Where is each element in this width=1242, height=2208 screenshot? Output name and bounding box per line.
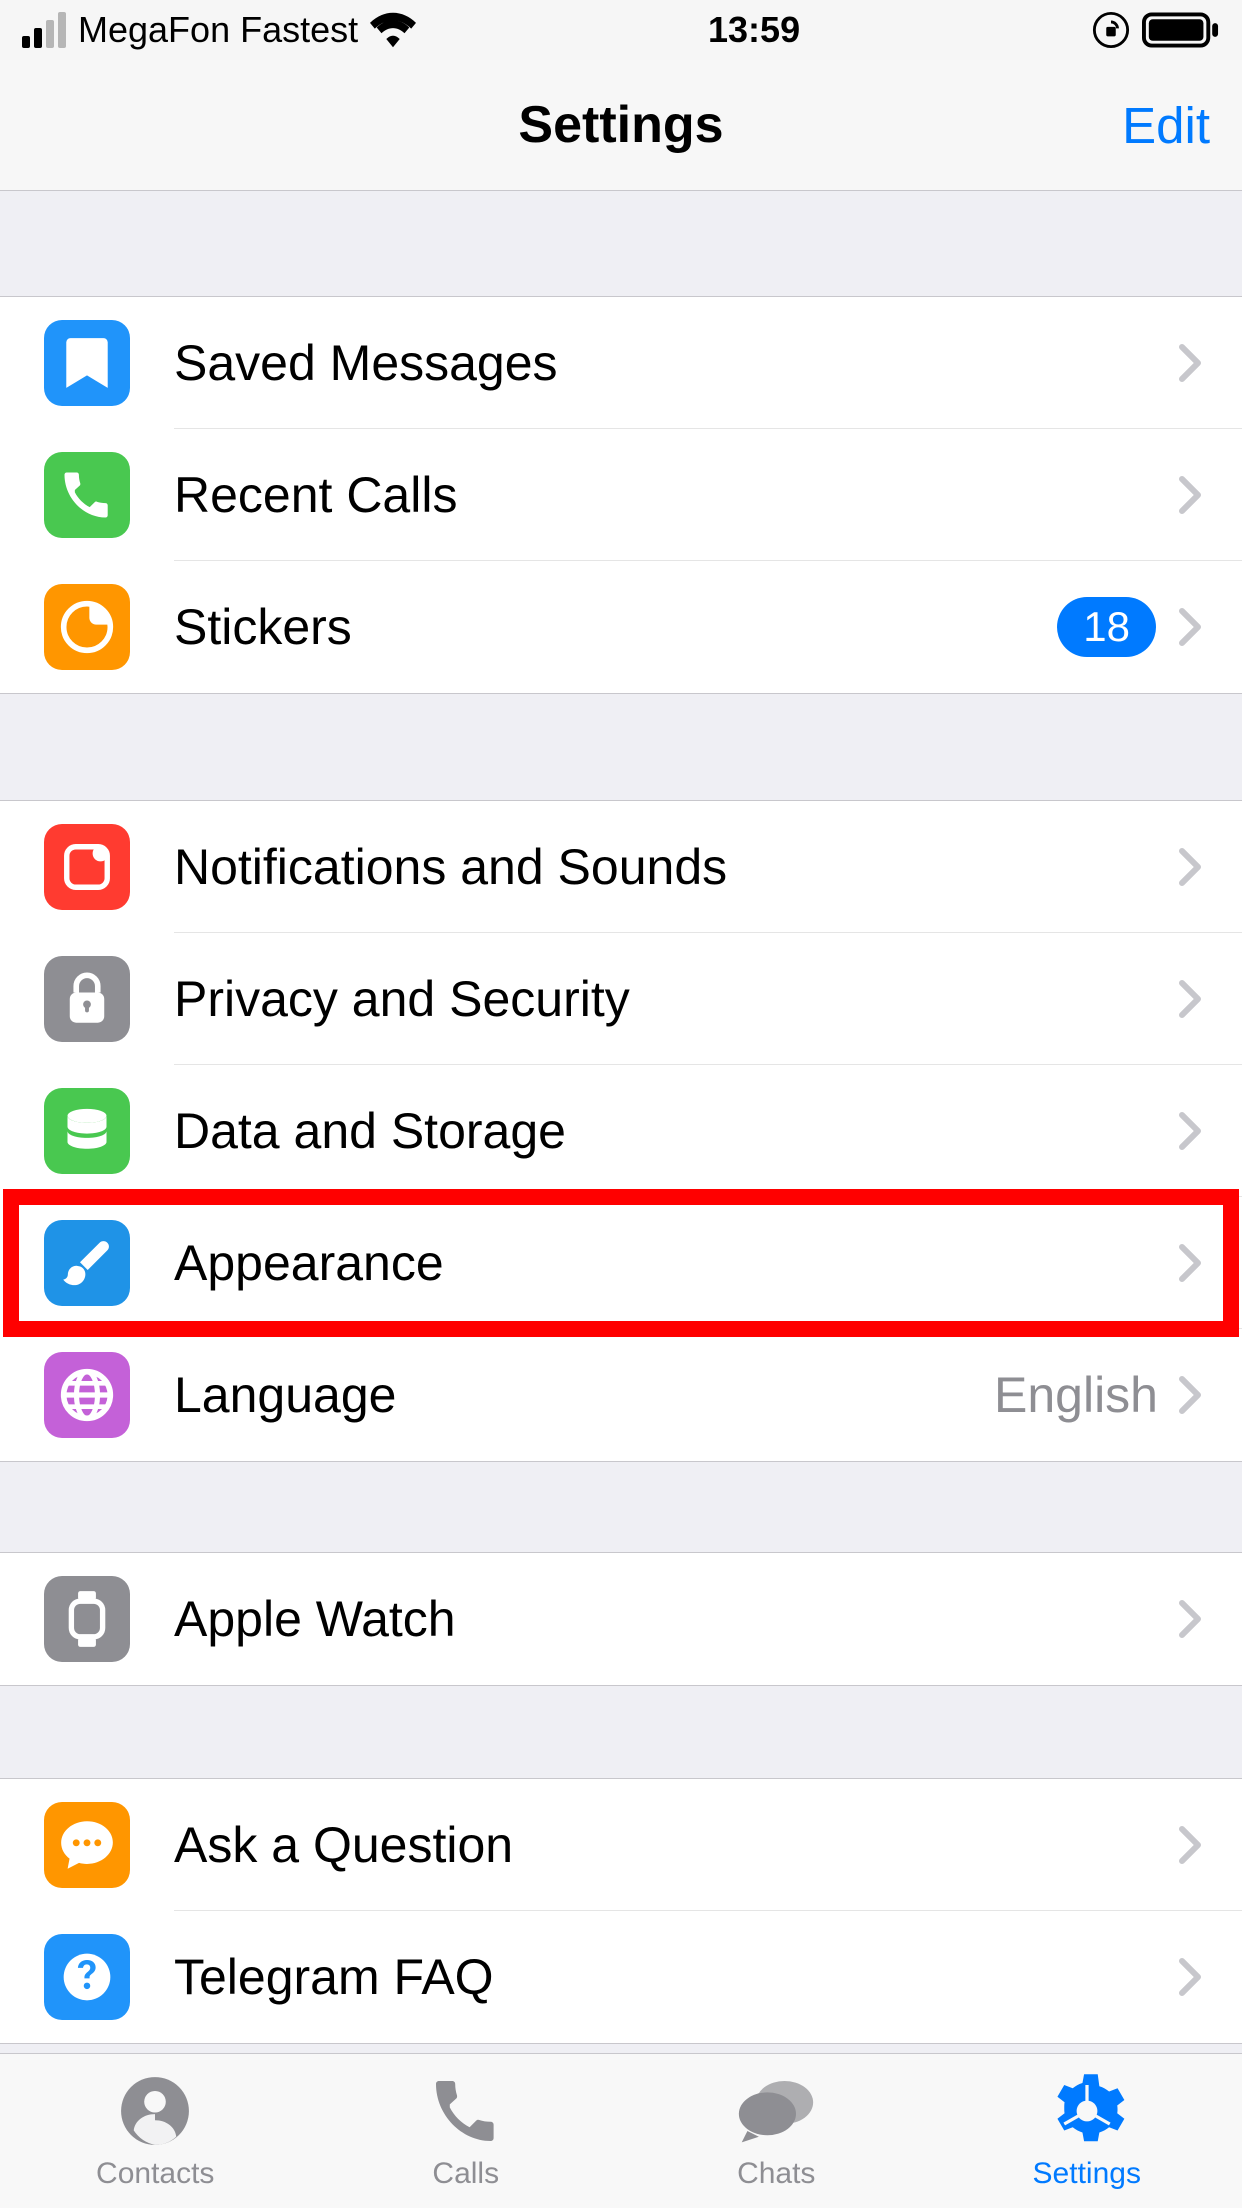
page-title: Settings (0, 95, 1242, 155)
tab-label: Settings (1033, 2157, 1141, 2191)
row-label: Notifications and Sounds (174, 838, 1178, 896)
status-bar: MegaFon Fastest 13:59 (0, 0, 1242, 60)
brush-icon (44, 1220, 130, 1306)
tab-contacts[interactable]: Contacts (0, 2054, 311, 2208)
edit-button[interactable]: Edit (1122, 96, 1210, 155)
chat-icon (44, 1802, 130, 1888)
settings-row-saved-messages[interactable]: Saved Messages (0, 297, 1242, 429)
row-label: Language (174, 1366, 994, 1424)
globe-icon (44, 1352, 130, 1438)
wifi-icon (370, 12, 416, 48)
carrier-name: MegaFon Fastest (78, 9, 358, 51)
settings-list[interactable]: Saved Messages Recent Calls Stickers18 Noti… (0, 191, 1242, 2053)
chats-icon (736, 2071, 816, 2151)
tab-bar: Contacts Calls Chats Settings (0, 2053, 1242, 2208)
row-label: Appearance (174, 1234, 1178, 1292)
row-detail: English (994, 1366, 1158, 1424)
row-label: Ask a Question (174, 1816, 1178, 1874)
phone-icon (426, 2071, 506, 2151)
tab-label: Contacts (96, 2157, 214, 2191)
navigation-bar: Settings Edit (0, 60, 1242, 191)
settings-row-data-storage[interactable]: Data and Storage (0, 1065, 1242, 1197)
notification-icon (44, 824, 130, 910)
tab-chats[interactable]: Chats (621, 2054, 932, 2208)
settings-row-ask-question[interactable]: Ask a Question (0, 1779, 1242, 1911)
settings-row-telegram-faq[interactable]: Telegram FAQ (0, 1911, 1242, 2043)
tab-label: Chats (737, 2157, 815, 2191)
row-label: Data and Storage (174, 1102, 1178, 1160)
lock-icon (44, 956, 130, 1042)
row-label: Telegram FAQ (174, 1948, 1178, 2006)
tab-calls[interactable]: Calls (311, 2054, 622, 2208)
bookmark-icon (44, 320, 130, 406)
sticker-icon (44, 584, 130, 670)
gear-icon (1047, 2071, 1127, 2151)
tab-label: Calls (432, 2157, 499, 2191)
phone-icon (44, 452, 130, 538)
row-label: Stickers (174, 598, 1057, 656)
row-label: Apple Watch (174, 1590, 1178, 1648)
database-icon (44, 1088, 130, 1174)
help-icon (44, 1934, 130, 2020)
contacts-icon (115, 2071, 195, 2151)
settings-row-notifications[interactable]: Notifications and Sounds (0, 801, 1242, 933)
signal-strength-icon (22, 12, 66, 48)
settings-row-recent-calls[interactable]: Recent Calls (0, 429, 1242, 561)
row-label: Privacy and Security (174, 970, 1178, 1028)
status-bar-left: MegaFon Fastest (22, 9, 416, 51)
settings-row-appearance[interactable]: Appearance (0, 1197, 1242, 1329)
status-bar-right (1092, 11, 1220, 49)
watch-icon (44, 1576, 130, 1662)
badge: 18 (1057, 597, 1156, 657)
row-label: Recent Calls (174, 466, 1178, 524)
tab-settings[interactable]: Settings (932, 2054, 1242, 2208)
settings-row-apple-watch[interactable]: Apple Watch (0, 1553, 1242, 1685)
settings-row-language[interactable]: LanguageEnglish (0, 1329, 1242, 1461)
orientation-lock-icon (1092, 11, 1130, 49)
row-label: Saved Messages (174, 334, 1178, 392)
settings-row-privacy[interactable]: Privacy and Security (0, 933, 1242, 1065)
clock: 13:59 (708, 9, 800, 51)
settings-row-stickers[interactable]: Stickers18 (0, 561, 1242, 693)
battery-icon (1142, 11, 1220, 49)
